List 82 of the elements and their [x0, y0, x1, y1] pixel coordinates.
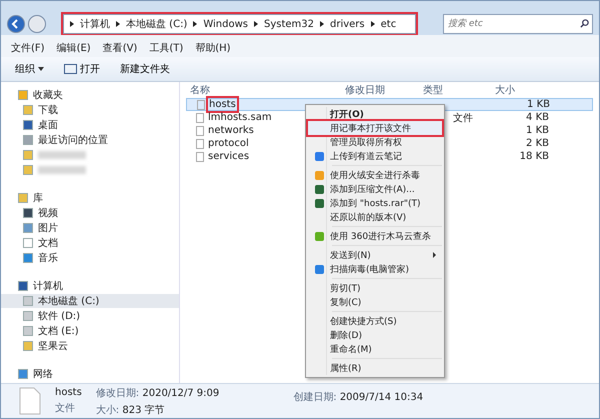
context-menu-item[interactable]: 删除(D) [308, 328, 442, 342]
sidebar-item[interactable]: 图片 [1, 221, 179, 235]
group-label[interactable]: 库 [33, 191, 43, 205]
column-header[interactable]: 名称 [180, 83, 345, 97]
sidebar-item[interactable]: 桌面 [1, 118, 179, 132]
file-size: 18 KB [520, 151, 549, 162]
chevron-icon [320, 21, 324, 27]
context-menu-item[interactable]: 重命名(M) [308, 342, 442, 356]
sidebar-item[interactable]: 视频 [1, 206, 179, 220]
toolbar-button[interactable]: 组织 [9, 60, 50, 78]
forward-button[interactable] [28, 15, 46, 33]
menu-item[interactable]: 帮助(H) [195, 41, 231, 55]
file-name[interactable]: services [208, 151, 250, 162]
menu-item[interactable]: 编辑(E) [56, 41, 91, 55]
context-menu-item[interactable]: 创建快捷方式(S) [308, 314, 442, 328]
column-header[interactable]: 类型 [423, 83, 495, 97]
context-menu-item[interactable]: 用记事本打开该文件 [308, 121, 442, 135]
chevron-icon [370, 21, 375, 27]
context-menu-item[interactable]: 剪切(T) [308, 281, 442, 295]
sidebar-item[interactable]: 本地磁盘 (C:) [1, 294, 179, 308]
chevron-icon [116, 21, 120, 27]
breadcrumb-item[interactable]: System32 [264, 18, 314, 30]
breadcrumb-item[interactable]: drivers [330, 18, 365, 30]
sidebar-item[interactable]: 文档 (E:) [1, 324, 179, 338]
menu-item[interactable]: 工具(T) [149, 41, 184, 55]
context-menu-item[interactable]: 上传到有道云笔记 [308, 149, 442, 163]
sidebar-item[interactable]: 坚果云 [1, 339, 179, 353]
file-name[interactable]: hosts [209, 99, 236, 110]
file-icon [19, 387, 41, 415]
chevron-icon [193, 21, 198, 27]
group-label[interactable]: 网络 [33, 367, 53, 381]
context-menu-item[interactable]: 使用 360进行木马云查杀 [308, 229, 442, 243]
sidebar-item[interactable]: 音乐 [1, 251, 179, 265]
menu-item[interactable]: 文件(F) [11, 41, 45, 55]
file-name[interactable]: lmhosts.sam [208, 112, 272, 123]
file-type: 文件 [453, 112, 473, 124]
file-name[interactable]: protocol [208, 138, 249, 149]
menu-item[interactable]: 查看(V) [102, 41, 138, 55]
group-label[interactable]: 计算机 [33, 279, 63, 293]
context-menu-item[interactable]: 添加到 "hosts.rar"(T) [308, 196, 442, 210]
file-name[interactable]: networks [208, 125, 254, 136]
back-button[interactable] [7, 15, 25, 33]
breadcrumb-item[interactable]: etc [380, 18, 396, 30]
context-menu-item[interactable]: 打开(O) [308, 107, 442, 121]
address-bar[interactable]: 计算机 本地磁盘 (C:) Windows System32 drivers etc [63, 14, 416, 34]
blurred-label [38, 151, 86, 159]
context-menu-item[interactable]: 复制(C) [308, 295, 442, 309]
column-header[interactable]: 修改日期 [345, 83, 423, 97]
context-menu-item[interactable]: 发送到(N) [308, 248, 442, 262]
detail-field: 修改日期: 2020/12/7 9:09 [96, 386, 220, 400]
breadcrumb-item[interactable]: 计算机 [80, 17, 110, 31]
column-header[interactable]: 大小 [495, 83, 543, 97]
context-menu-item[interactable]: 还原以前的版本(V) [308, 210, 442, 224]
file-size: 1 KB [526, 125, 549, 136]
context-menu-item[interactable]: 使用火绒安全进行杀毒 [308, 168, 442, 182]
sidebar-item[interactable]: 文档 [1, 236, 179, 250]
detail-field: 创建日期: 2009/7/14 10:34 [293, 390, 424, 404]
caret-icon [38, 67, 44, 71]
context-menu-item[interactable]: 属性(R) [308, 361, 442, 375]
search-field[interactable]: 搜索 etc [443, 14, 593, 34]
detail-field: 大小: 823 字节 [96, 402, 220, 416]
file-size: 1 KB [527, 99, 550, 110]
breadcrumb-item[interactable]: Windows [203, 18, 248, 30]
blurred-label [38, 166, 86, 174]
submenu-arrow-icon [433, 252, 436, 258]
file-name: hosts [55, 387, 82, 398]
sidebar-item[interactable]: 下载 [1, 103, 179, 117]
context-menu-item[interactable]: 扫描病毒(电脑管家) [308, 262, 442, 276]
file-size: 2 KB [526, 138, 549, 149]
chevron-icon [254, 21, 258, 27]
sidebar-item[interactable]: 软件 (D:) [1, 309, 179, 323]
file-type: 文件 [55, 402, 76, 415]
chevron-icon [70, 21, 74, 27]
context-menu-item[interactable]: 管理员取得所有权 [308, 135, 442, 149]
context-menu-item[interactable]: 添加到压缩文件(A)... [308, 182, 442, 196]
search-icon [580, 19, 589, 28]
toolbar-button[interactable]: 打开 [58, 60, 106, 78]
breadcrumb-item[interactable]: 本地磁盘 (C:) [126, 17, 188, 31]
group-label[interactable]: 收藏夹 [33, 88, 63, 102]
file-size: 4 KB [526, 112, 549, 123]
toolbar-button[interactable]: 新建文件夹 [114, 60, 176, 78]
sidebar-item[interactable]: 最近访问的位置 [1, 133, 179, 147]
